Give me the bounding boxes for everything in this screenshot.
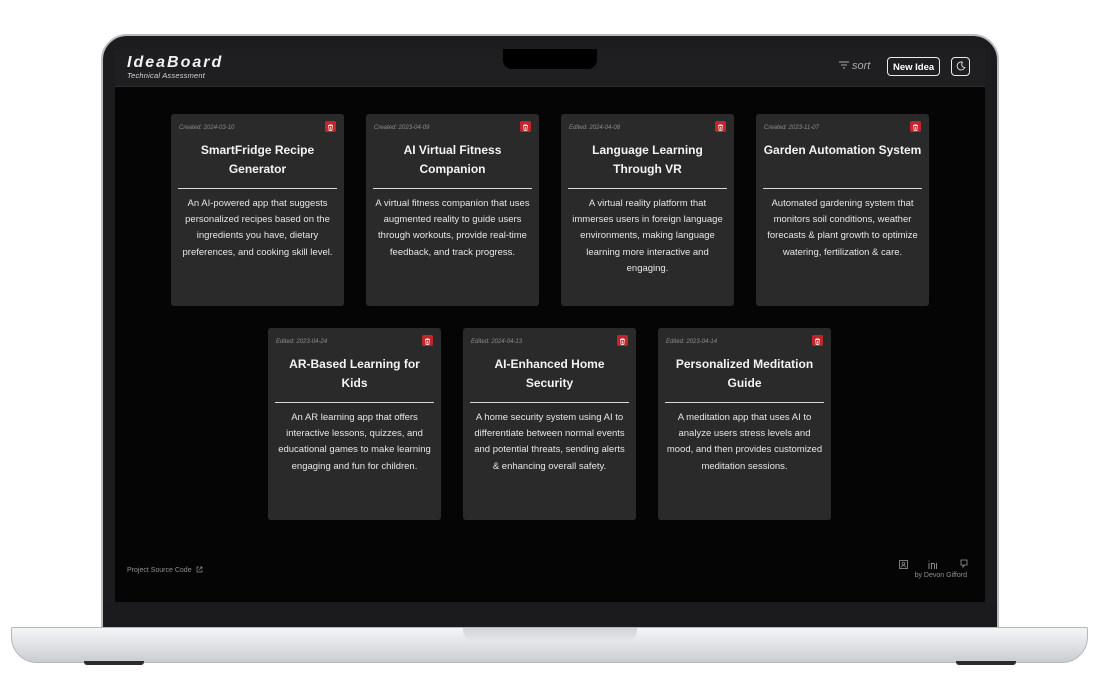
trash-icon xyxy=(912,118,919,136)
delete-button[interactable] xyxy=(422,335,433,346)
card-date: Created: 2023-04-09 xyxy=(374,125,430,131)
trash-icon xyxy=(424,332,431,350)
delete-button[interactable] xyxy=(520,121,531,132)
card-date: Edited: 2024-04-08 xyxy=(569,125,621,131)
card-title: AR-Based Learning for Kids xyxy=(289,357,420,390)
card-date: Created: 2023-11-07 xyxy=(764,125,819,131)
card-title: Language Learning Through VR xyxy=(592,143,703,176)
trash-icon xyxy=(619,332,626,350)
idea-card[interactable]: Edited: 2023-04-14 Personalized Meditatio… xyxy=(658,328,831,520)
card-description: An AR learning app that offers interacti… xyxy=(278,412,431,472)
delete-button[interactable] xyxy=(617,335,628,346)
project-source-label: Project Source Code xyxy=(127,567,192,574)
app-screen: IdeaBoard Technical Assessment sort New … xyxy=(115,49,985,602)
card-date: Created: 2024-03-10 xyxy=(179,125,235,131)
card-divider xyxy=(763,188,922,189)
card-date: Edited: 2024-04-13 xyxy=(471,339,523,345)
card-divider xyxy=(373,188,532,189)
sort-button[interactable]: sort xyxy=(839,60,870,72)
card-date: Edited: 2023-04-24 xyxy=(276,339,328,345)
trash-icon xyxy=(522,118,529,136)
card-title: SmartFridge Recipe Generator xyxy=(200,143,315,176)
idea-card[interactable]: Created: 2024-03-10 SmartFridge Recipe Ge… xyxy=(171,114,344,306)
project-source-link[interactable]: Project Source Code xyxy=(127,566,203,575)
card-title: AI Virtual Fitness Companion xyxy=(403,143,502,176)
idea-card[interactable]: Created: 2023-04-09 AI Virtual Fitness Co… xyxy=(366,114,539,306)
card-description: An AI-powered app that suggests personal… xyxy=(182,198,333,258)
card-divider xyxy=(275,402,434,403)
card-description: A virtual reality platform that immerses… xyxy=(572,198,723,274)
trash-icon xyxy=(717,118,724,136)
external-link-icon xyxy=(196,566,203,575)
new-idea-button[interactable]: New Idea xyxy=(887,57,941,76)
delete-button[interactable] xyxy=(325,121,336,132)
card-description: A meditation app that uses AI to analyze… xyxy=(666,412,823,472)
laptop-chin xyxy=(103,603,997,629)
sort-label: sort xyxy=(852,60,871,72)
card-title: Personalized Meditation Guide xyxy=(675,357,814,390)
laptop-base-notch xyxy=(463,628,637,642)
card-description: A virtual fitness companion that uses au… xyxy=(375,198,530,258)
laptop-foot-left xyxy=(84,661,144,665)
camera-notch xyxy=(503,49,597,69)
moon-icon xyxy=(956,58,966,76)
card-divider xyxy=(178,188,337,189)
idea-card[interactable]: Edited: 2024-04-13 AI-Enhanced Home Secur… xyxy=(463,328,636,520)
card-description: Automated gardening system that monitors… xyxy=(767,198,918,258)
card-title: AI-Enhanced Home Security xyxy=(494,357,605,390)
card-divider xyxy=(568,188,727,189)
card-divider xyxy=(470,402,629,403)
app-title: IdeaBoard xyxy=(127,54,224,71)
card-date: Edited: 2023-04-14 xyxy=(666,339,718,345)
app-subtitle: Technical Assessment xyxy=(127,71,206,80)
idea-card[interactable]: Created: 2023-11-07 Garden Automation Sys… xyxy=(756,114,929,306)
card-description: A home security system using AI to diffe… xyxy=(474,412,625,472)
idea-card[interactable]: Edited: 2023-04-24 AR-Based Learning for … xyxy=(268,328,441,520)
laptop-foot-right xyxy=(956,661,1016,665)
trash-icon xyxy=(327,118,334,136)
app-logo[interactable]: IdeaBoard Technical Assessment xyxy=(127,54,224,81)
delete-button[interactable] xyxy=(715,121,726,132)
app-header: IdeaBoard Technical Assessment sort New … xyxy=(115,49,985,87)
idea-card[interactable]: Edited: 2024-04-08 Language Learning Thro… xyxy=(561,114,734,306)
card-divider xyxy=(665,402,824,403)
delete-button[interactable] xyxy=(812,335,823,346)
card-title: Garden Automation System xyxy=(763,143,922,157)
author-credit: by Devon Gifford xyxy=(914,572,967,579)
theme-toggle-button[interactable] xyxy=(951,57,970,76)
trash-icon xyxy=(814,332,821,350)
sort-lines-icon xyxy=(839,60,849,72)
delete-button[interactable] xyxy=(910,121,921,132)
